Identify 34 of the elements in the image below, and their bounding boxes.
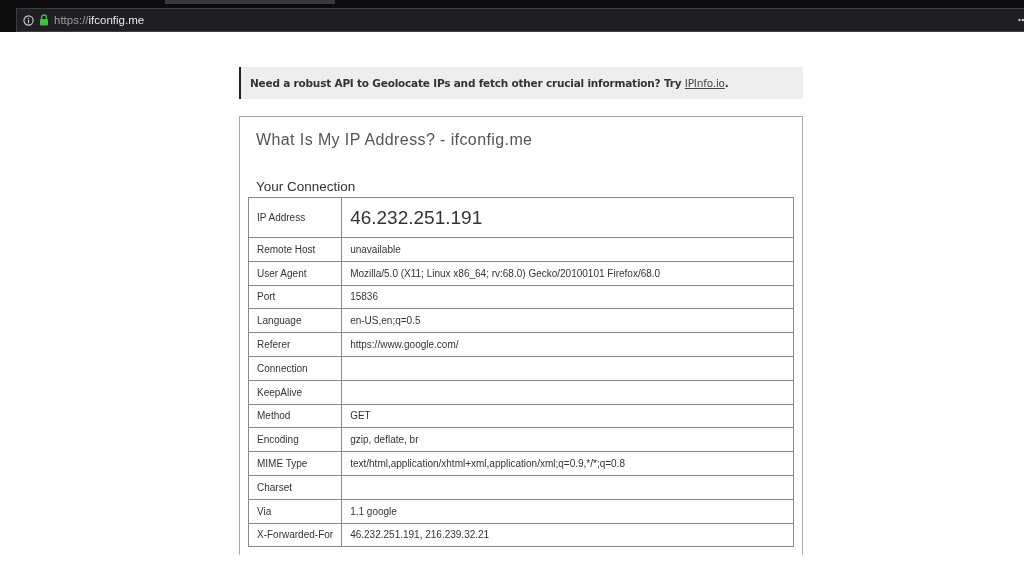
more-icon[interactable] xyxy=(1018,18,1024,22)
lock-icon[interactable] xyxy=(39,14,49,26)
table-cell: KeepAlive xyxy=(248,380,342,405)
info-icon[interactable] xyxy=(23,14,34,26)
table-cell: gzip, deflate, br xyxy=(341,427,794,452)
table-cell: Language xyxy=(248,308,342,333)
table-cell: IP Address xyxy=(248,197,342,238)
table-cell: User Agent xyxy=(248,261,342,286)
table-cell: Charset xyxy=(248,475,342,500)
table-cell: Via xyxy=(248,499,342,524)
table-cell: https://www.google.com/ xyxy=(341,332,794,357)
ipinfo-link[interactable]: IPInfo.io xyxy=(684,77,725,89)
table-cell: MIME Type xyxy=(248,451,342,476)
table-cell: Port xyxy=(248,285,342,309)
table-cell: GET xyxy=(341,404,794,428)
promo-banner: Need a robust API to Geolocate IPs and fetch other crucial information? Try IPInfo.io. xyxy=(239,67,803,99)
table-cell: Method xyxy=(248,404,342,428)
table-cell: Mozilla/5.0 (X11; Linux x86_64; rv:68.0) Gecko/20100101 Firefox/68.0 xyxy=(341,261,794,286)
table-cell: 46.232.251.191, 216.239.32.21 xyxy=(341,523,794,547)
table-cell: Connection xyxy=(248,356,342,381)
table-cell: X-Forwarded-For xyxy=(248,523,342,547)
address-bar[interactable]: https://ifconfig.me xyxy=(16,8,1024,32)
table-cell: 46.232.251.191 xyxy=(341,197,794,238)
table-cell: Remote Host xyxy=(248,237,342,262)
page-title: What Is My IP Address? - ifconfig.me xyxy=(256,131,534,149)
table-cell: text/html,application/xhtml+xml,application/xml;q=0.9,*/*;q=0.8 xyxy=(341,451,794,476)
url-text: https://ifconfig.me xyxy=(54,14,145,26)
table-cell: Referer xyxy=(248,332,342,357)
table-cell: en-US,en;q=0.5 xyxy=(341,308,794,333)
table-cell: 1.1 google xyxy=(341,499,794,524)
table-cell: unavailable xyxy=(341,237,794,262)
table-cell: Encoding xyxy=(248,427,342,452)
table-cell: 15836 xyxy=(341,285,794,309)
section-heading: Your Connection xyxy=(256,179,357,194)
